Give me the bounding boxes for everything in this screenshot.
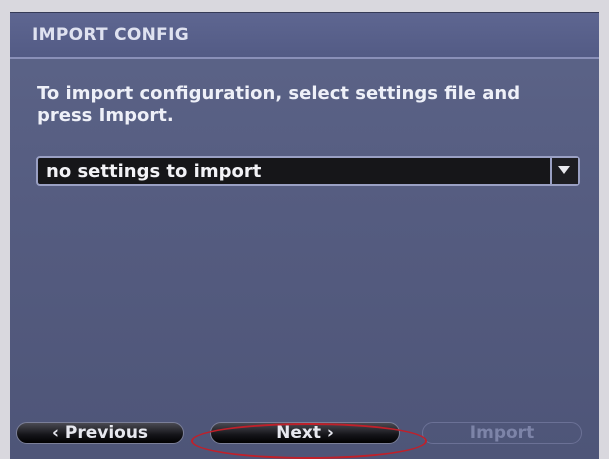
button-bar: ‹ Previous Next › Import xyxy=(0,420,609,447)
chevron-down-icon xyxy=(558,166,570,174)
settings-file-select-value: no settings to import xyxy=(46,161,262,182)
import-config-screen: IMPORT CONFIG To import configuration, s… xyxy=(10,12,599,459)
next-button[interactable]: Next › xyxy=(210,422,400,444)
page-title: IMPORT CONFIG xyxy=(32,25,189,45)
previous-button[interactable]: ‹ Previous xyxy=(16,422,184,444)
import-button[interactable]: Import xyxy=(422,422,582,444)
instructions-text: To import configuration, select settings… xyxy=(37,83,521,126)
dropdown-arrow-button[interactable] xyxy=(550,158,578,184)
settings-file-select[interactable]: no settings to import xyxy=(36,156,580,186)
title-bar: IMPORT CONFIG xyxy=(10,13,599,59)
